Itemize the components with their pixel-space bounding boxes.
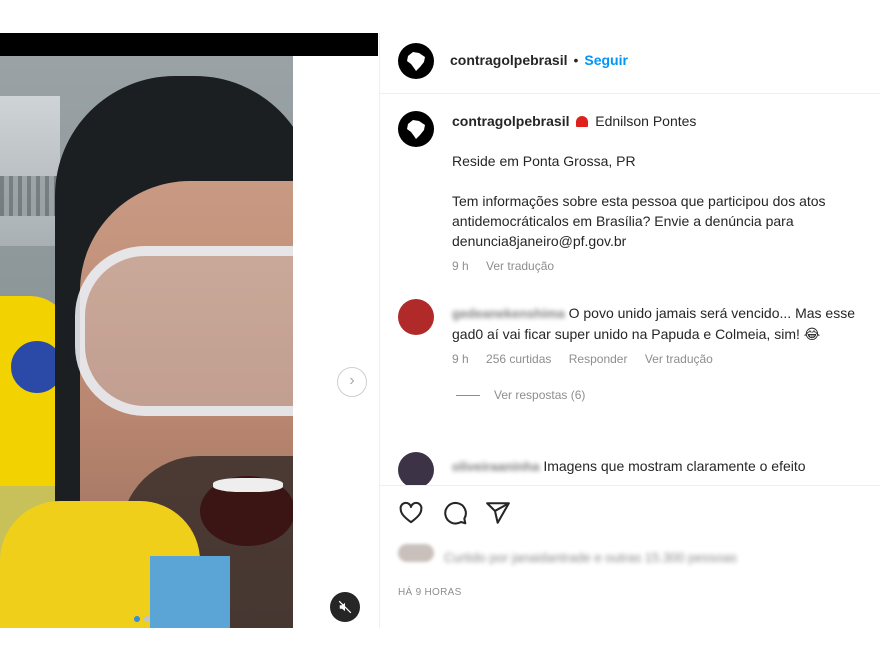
carousel-indicator (134, 616, 150, 622)
chevron-right-icon: › (349, 372, 355, 389)
author-username[interactable]: contragolpebrasil (450, 52, 567, 68)
person-teeth (213, 478, 283, 492)
caption-author-avatar[interactable] (398, 111, 434, 147)
caption-username[interactable]: contragolpebrasil (452, 113, 569, 129)
person-collar (150, 556, 230, 628)
post-header: contragolpebrasil • Seguir (380, 33, 880, 94)
comment: gedeanekenshima O povo unido jamais será… (452, 303, 862, 402)
background-building (0, 96, 60, 246)
post-timestamp: HÁ 9 HORAS (398, 587, 462, 598)
comment-username[interactable]: gedeanekenshima (452, 306, 565, 321)
caption-line-2: Tem informações sobre esta pessoa que pa… (452, 193, 826, 249)
likers-avatars (398, 544, 434, 562)
share-icon (486, 502, 510, 524)
comment-button[interactable] (442, 500, 470, 528)
brazil-map-icon (407, 120, 425, 139)
siren-icon (576, 116, 589, 127)
comment-username[interactable]: oliveiraaninha (452, 459, 539, 474)
author-avatar[interactable] (398, 43, 434, 79)
comment-meta: 9 h 256 curtidas Responder Ver tradução (452, 352, 862, 366)
view-replies-label: Ver respostas (6) (494, 388, 586, 402)
replies-divider-line (456, 394, 480, 396)
comment-reply-link[interactable]: Responder (569, 352, 628, 366)
commenter-avatar[interactable] (398, 452, 434, 485)
speaker-muted-icon (338, 600, 352, 614)
view-replies-button[interactable]: Ver respostas (6) (456, 388, 862, 402)
comment-text: Imagens que mostram claramente o efeito (543, 458, 806, 474)
caption-line-1: Reside em Ponta Grossa, PR (452, 153, 636, 169)
separator-dot: • (573, 52, 579, 68)
follow-button[interactable]: Seguir (584, 52, 628, 68)
video-player[interactable] (0, 56, 293, 628)
comments-section: contragolpebrasil Ednilson Pontes Reside… (380, 93, 880, 485)
share-button[interactable] (485, 500, 513, 528)
carousel-dot (144, 616, 150, 622)
comment-translate-link[interactable]: Ver tradução (645, 352, 713, 366)
comment-likes[interactable]: 256 curtidas (486, 352, 551, 366)
next-slide-button[interactable]: › (337, 367, 367, 397)
background-crowd (0, 176, 60, 216)
comment: oliveiraaninha Imagens que mostram clara… (452, 456, 862, 477)
comment-icon (444, 501, 467, 525)
comment-time: 9 h (452, 352, 469, 366)
caption-meta: 9 h Ver tradução (452, 259, 862, 273)
mute-button[interactable] (330, 592, 360, 622)
caption: contragolpebrasil Ednilson Pontes Reside… (452, 111, 862, 273)
post-sidebar: contragolpebrasil • Seguir contragolpebr… (379, 33, 880, 628)
caption-translate-link[interactable]: Ver tradução (486, 259, 554, 273)
heart-icon (399, 501, 423, 524)
post-actions: Curtido por janaidantrade e outras 15.30… (380, 485, 880, 629)
likes-summary[interactable]: Curtido por janaidantrade e outras 15.30… (444, 550, 737, 565)
carousel-dot-active (134, 616, 140, 622)
brazil-map-icon (407, 52, 425, 71)
caption-time: 9 h (452, 259, 469, 273)
media-top-bar (0, 33, 378, 56)
like-button[interactable] (398, 500, 426, 528)
commenter-avatar[interactable] (398, 299, 434, 335)
person-goggles (75, 246, 293, 416)
post-media: › (0, 33, 378, 628)
caption-mention: Ednilson Pontes (595, 113, 697, 129)
